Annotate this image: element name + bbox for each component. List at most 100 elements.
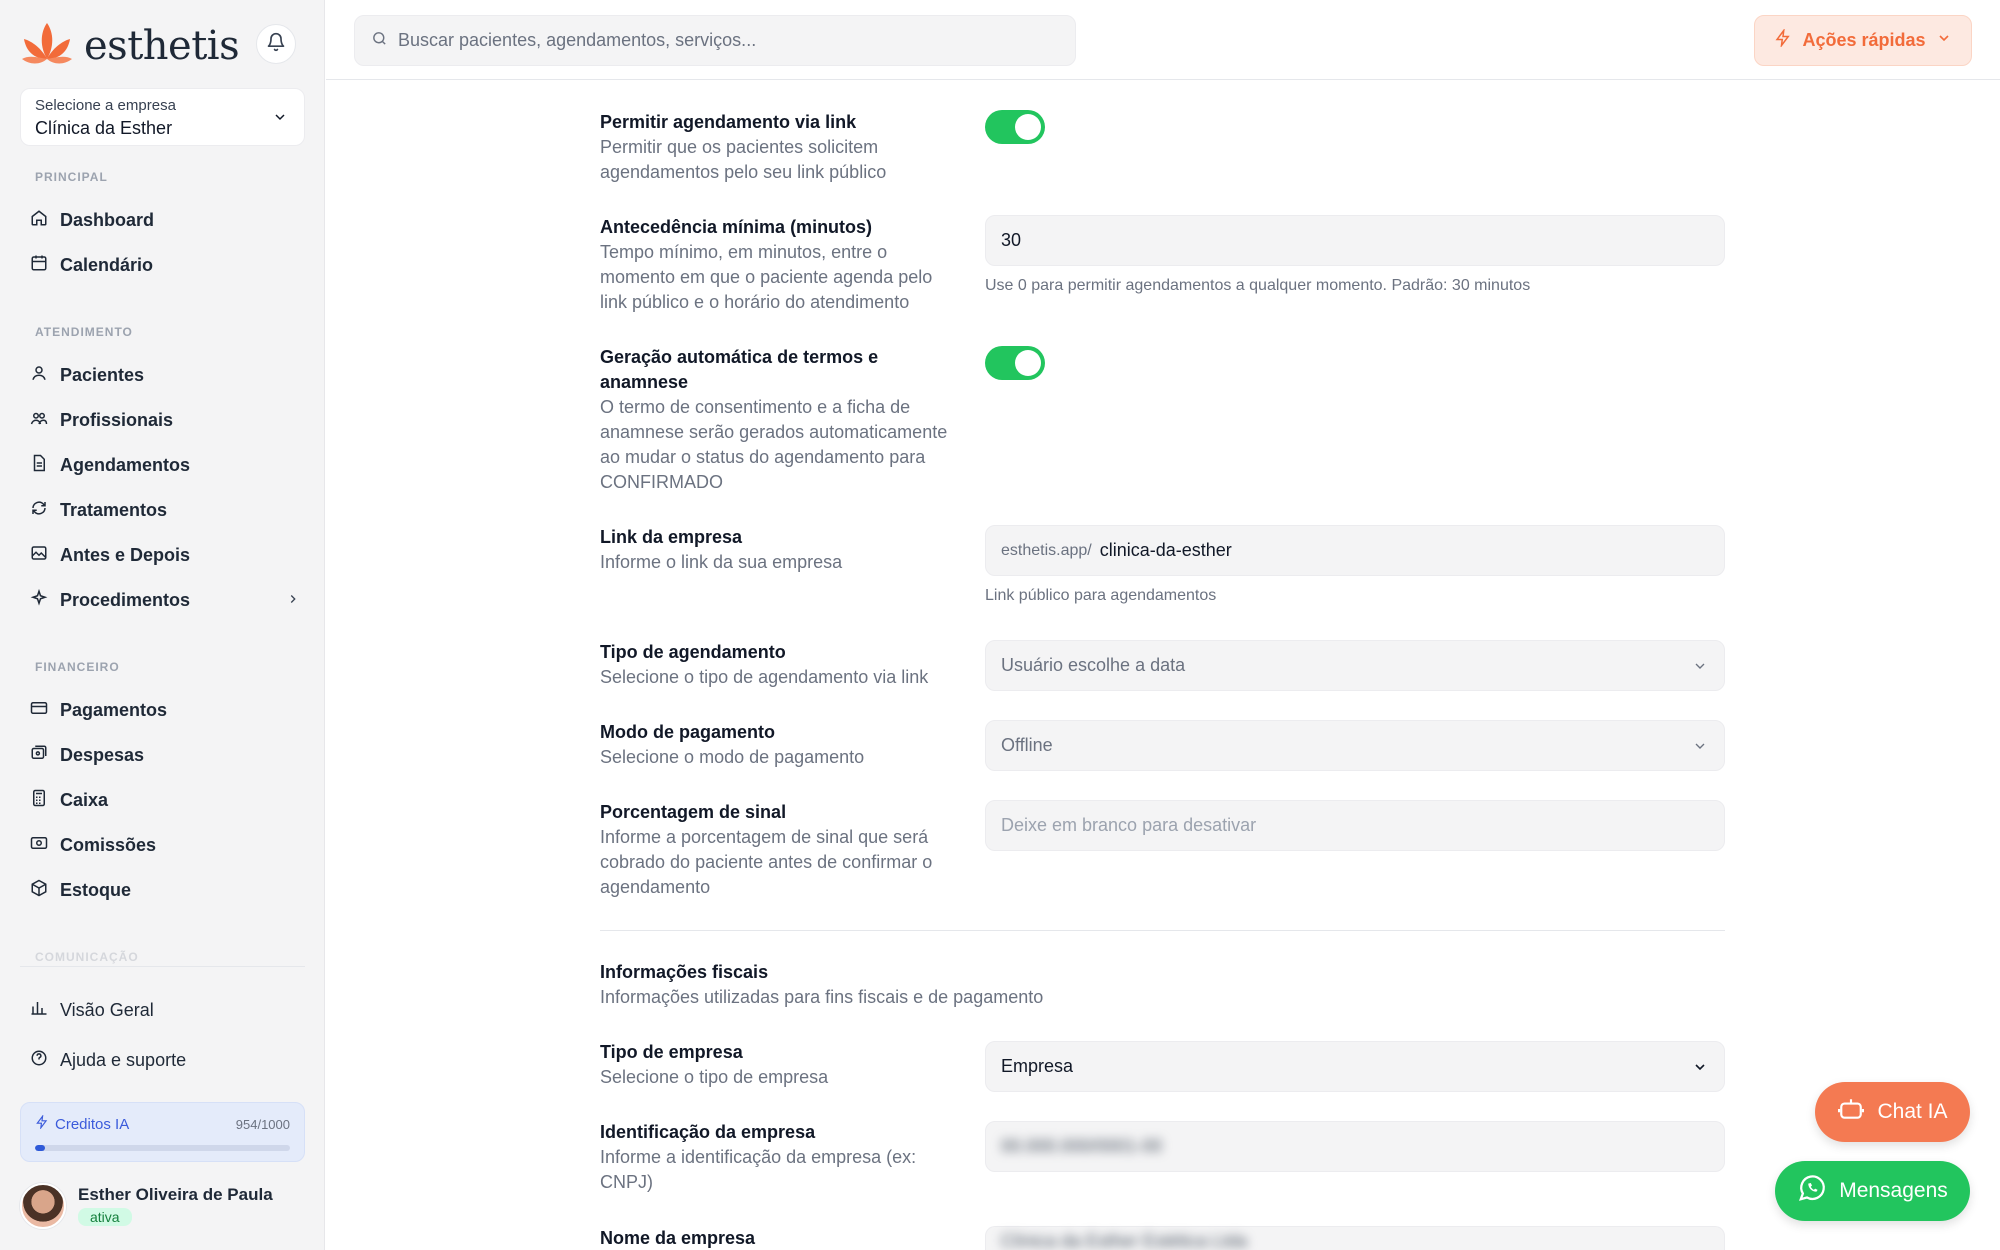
sparkles-icon (30, 588, 48, 612)
zap-icon (1774, 27, 1792, 52)
chevron-down-icon (1692, 1059, 1708, 1080)
nav-profissionais-label: Profissionais (60, 409, 174, 430)
nav-visao-geral[interactable]: Visão Geral (30, 990, 310, 1030)
deposit-desc: Informe a porcentagem de sinal que será … (600, 827, 933, 897)
bar-chart-icon (30, 999, 48, 1022)
company-select[interactable]: Selecione a empresa Clínica da Esther (20, 88, 305, 146)
nav-procedimentos[interactable]: Procedimentos (30, 580, 310, 620)
auto-terms-toggle[interactable] (985, 346, 1045, 380)
company-link-value: clinica-da-esther (1099, 540, 1232, 560)
min-advance-input[interactable]: 30 (985, 215, 1725, 266)
brand-logo[interactable]: esthetis (20, 18, 240, 74)
refresh-icon (30, 499, 48, 522)
nav-tratamentos-label: Tratamentos (60, 499, 168, 520)
ai-credits-progress-fill (35, 1145, 45, 1151)
fiscal-desc: Informações utilizadas para fins fiscais… (600, 987, 1044, 1007)
payment-mode-select[interactable]: Offline (985, 720, 1725, 771)
nav-despesas-label: Despesas (60, 744, 145, 765)
search-icon (371, 30, 388, 52)
nav-agendamentos[interactable]: Agendamentos (30, 445, 310, 485)
credit-card-icon (30, 699, 48, 722)
schedule-type-select[interactable]: Usuário escolhe a data (985, 640, 1725, 691)
user-profile[interactable]: Esther Oliveira de Paula ativa (20, 1178, 310, 1234)
nav-tratamentos[interactable]: Tratamentos (30, 490, 310, 530)
notifications-button[interactable] (256, 24, 296, 64)
company-name-value: Clínica da Esther Estética Ltda (1001, 1231, 1248, 1250)
file-icon (30, 454, 48, 477)
deposit-input[interactable]: Deixe em branco para desativar (985, 800, 1725, 851)
section-comunicacao: COMUNICAÇÃO (35, 950, 139, 964)
chevron-down-icon (1692, 738, 1708, 759)
nav-ajuda[interactable]: Ajuda e suporte (30, 1040, 310, 1080)
allow-link-row: Permitir agendamento via link Permitir q… (600, 110, 952, 185)
avatar (20, 1183, 66, 1229)
nav-caixa[interactable]: Caixa (30, 780, 310, 820)
chat-ia-button[interactable]: Chat IA (1815, 1082, 1970, 1142)
company-name-row: Nome da empresa (600, 1226, 952, 1250)
nav-agendamentos-label: Agendamentos (60, 454, 191, 475)
help-circle-icon (30, 1049, 48, 1072)
user-icon (30, 364, 48, 387)
allow-link-toggle[interactable] (985, 110, 1045, 144)
company-type-select[interactable]: Empresa (985, 1041, 1725, 1092)
search-input[interactable] (398, 30, 1038, 51)
search-bar[interactable] (354, 15, 1076, 66)
payment-mode-desc: Selecione o modo de pagamento (600, 747, 865, 767)
nav-comissoes[interactable]: Comissões (30, 825, 310, 865)
company-id-row: Identificação da empresa Informe a ident… (600, 1120, 952, 1195)
schedule-type-row: Tipo de agendamento Selecione o tipo de … (600, 640, 952, 690)
nav-pacientes[interactable]: Pacientes (30, 355, 310, 395)
ai-credits-card[interactable]: Creditos IA 954/1000 (20, 1102, 305, 1162)
company-type-title: Tipo de empresa (600, 1042, 743, 1062)
company-type-desc: Selecione o tipo de empresa (600, 1067, 829, 1087)
banknote-icon (30, 834, 48, 857)
nav-pagamentos[interactable]: Pagamentos (30, 690, 310, 730)
brand-name: esthetis (84, 23, 240, 69)
deposit-placeholder: Deixe em branco para desativar (1001, 815, 1257, 835)
nav-ajuda-label: Ajuda e suporte (60, 1049, 187, 1070)
payment-mode-title: Modo de pagamento (600, 722, 775, 742)
min-advance-title: Antecedência mínima (minutos) (600, 217, 873, 237)
nav-dashboard[interactable]: Dashboard (30, 200, 310, 240)
company-name-input[interactable]: Clínica da Esther Estética Ltda (985, 1226, 1725, 1250)
nav-profissionais[interactable]: Profissionais (30, 400, 310, 440)
min-advance-value: 30 (1001, 230, 1022, 250)
receipt-icon (30, 744, 48, 767)
nav-estoque[interactable]: Estoque (30, 870, 310, 910)
lotus-logo-icon (20, 19, 74, 74)
users-icon (30, 409, 48, 432)
nav-pagamentos-label: Pagamentos (60, 699, 168, 720)
nav-calendario[interactable]: Calendário (30, 245, 310, 285)
schedule-type-desc: Selecione o tipo de agendamento via link (600, 667, 929, 687)
company-link-input[interactable]: esthetis.app/ clinica-da-esther (985, 525, 1725, 576)
schedule-type-value: Usuário escolhe a data (1001, 655, 1186, 675)
nav-antes-depois[interactable]: Antes e Depois (30, 535, 310, 575)
quick-actions-button[interactable]: Ações rápidas (1754, 15, 1972, 66)
company-type-row: Tipo de empresa Selecione o tipo de empr… (600, 1040, 952, 1090)
payment-mode-row: Modo de pagamento Selecione o modo de pa… (600, 720, 952, 770)
bot-icon (1837, 1096, 1865, 1128)
fiscal-title: Informações fiscais (600, 962, 769, 982)
company-link-row: Link da empresa Informe o link da sua em… (600, 525, 952, 575)
messages-label: Mensagens (1839, 1179, 1948, 1202)
payment-mode-value: Offline (1001, 735, 1053, 755)
nav-antes-depois-label: Antes e Depois (60, 544, 191, 565)
company-id-title: Identificação da empresa (600, 1122, 816, 1142)
nav-estoque-label: Estoque (60, 879, 132, 900)
whatsapp-icon (1797, 1173, 1827, 1209)
deposit-row: Porcentagem de sinal Informe a porcentag… (600, 800, 952, 900)
section-atendimento: ATENDIMENTO (35, 325, 133, 339)
company-id-value: 00.000.000/0001-00 (1001, 1136, 1163, 1156)
allow-link-title: Permitir agendamento via link (600, 112, 857, 132)
min-advance-desc: Tempo mínimo, em minutos, entre o moment… (600, 242, 933, 312)
section-principal: PRINCIPAL (35, 170, 108, 184)
messages-button[interactable]: Mensagens (1775, 1161, 1970, 1221)
min-advance-row: Antecedência mínima (minutos) Tempo míni… (600, 215, 952, 315)
section-divider (600, 930, 1725, 931)
company-id-input[interactable]: 00.000.000/0001-00 (985, 1121, 1725, 1172)
ai-credits-count: 954/1000 (235, 1116, 290, 1132)
nav-despesas[interactable]: Despesas (30, 735, 310, 775)
nav-caixa-label: Caixa (60, 789, 109, 810)
company-name-title: Nome da empresa (600, 1228, 756, 1248)
auto-terms-desc: O termo de consentimento e a ficha de an… (600, 397, 948, 492)
